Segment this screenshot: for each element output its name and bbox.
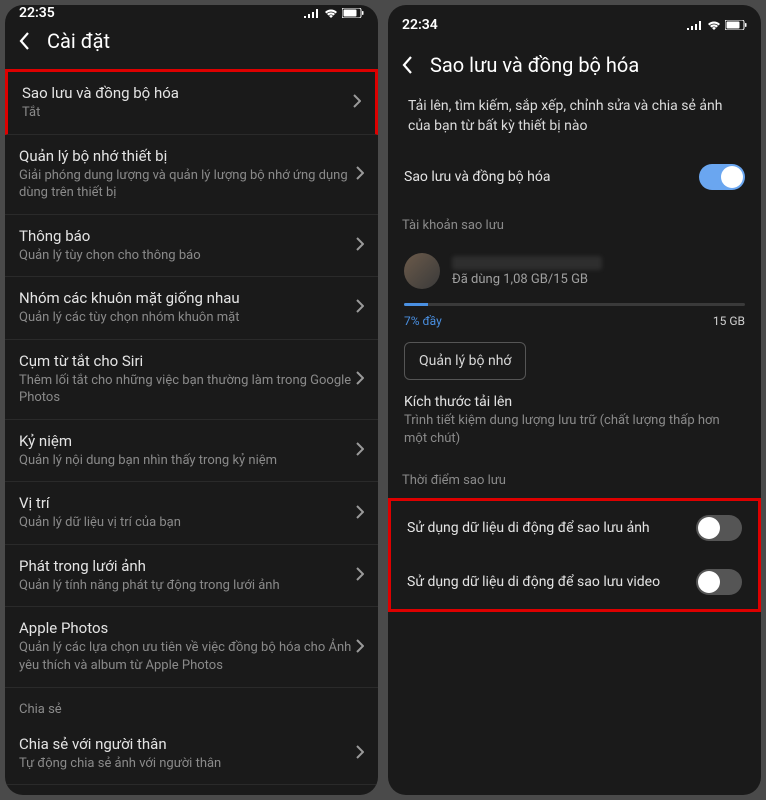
- section-when: Thời điểm sao lưu: [388, 459, 761, 498]
- status-time: 22:35: [19, 5, 55, 21]
- header-title: Cài đặt: [47, 29, 110, 53]
- account-row[interactable]: Đã dùng 1,08 GB/15 GB: [388, 243, 761, 299]
- toggle-label: Sử dụng dữ liệu di động để sao lưu video: [407, 574, 696, 590]
- row-share-with-family[interactable]: Chia sẻ với người thân Tự động chia sẻ ả…: [5, 723, 378, 786]
- row-sub: Quản lý nội dung bạn nhìn thấy trong kỷ …: [19, 452, 356, 470]
- settings-row[interactable]: Quản lý bộ nhớ thiết bị Giải phóng dung l…: [5, 135, 378, 215]
- chevron-right-icon: [356, 441, 364, 460]
- header: Sao lưu và đồng bộ hóa: [388, 45, 761, 93]
- row-hide-video: Ẩn video khỏi ảnh chuyển động Người khác…: [5, 785, 378, 795]
- row-title: Sao lưu và đồng bộ hóa: [22, 84, 353, 102]
- phone-left: 22:35 Cài đặt Sao lưu và đồng bộ hóa Tắt Q…: [5, 5, 378, 795]
- section-account: Tài khoản sao lưu: [388, 204, 761, 243]
- row-title: Quản lý bộ nhớ thiết bị: [19, 147, 356, 165]
- settings-row[interactable]: Cụm từ tắt cho Siri Thêm lối tắt cho nhữn…: [5, 340, 378, 420]
- row-title: Chia sẻ với người thân: [19, 735, 356, 753]
- row-sub: Tự động chia sẻ ảnh với người thân: [19, 755, 356, 773]
- row-title: Nhóm các khuôn mặt giống nhau: [19, 289, 356, 307]
- chevron-right-icon: [356, 298, 364, 317]
- row-title: Apple Photos: [19, 619, 356, 637]
- chevron-right-icon: [356, 236, 364, 255]
- progress-total: 15 GB: [713, 314, 745, 328]
- row-sub: Giải phóng dung lượng và quản lý lượng b…: [19, 167, 356, 202]
- storage-usage: Đã dùng 1,08 GB/15 GB: [452, 272, 602, 287]
- status-icons: [687, 20, 747, 30]
- avatar: [404, 253, 440, 289]
- row-sub: Quản lý các tùy chọn nhóm khuôn mặt: [19, 309, 356, 327]
- row-title: Kỷ niệm: [19, 432, 356, 450]
- header: Cài đặt: [5, 21, 378, 69]
- settings-row[interactable]: Sao lưu và đồng bộ hóa Tắt: [5, 69, 378, 135]
- chevron-right-icon: [356, 566, 364, 585]
- status-bar: 22:35: [5, 5, 378, 21]
- progress-percent: 7% đầy: [404, 314, 442, 328]
- settings-row[interactable]: Kỷ niệm Quản lý nội dung bạn nhìn thấy tr…: [5, 420, 378, 483]
- chevron-right-icon: [356, 744, 364, 763]
- storage-progress: [388, 299, 761, 308]
- status-icons: [304, 8, 364, 18]
- settings-row[interactable]: Vị trí Quản lý dữ liệu vị trí của bạn: [5, 482, 378, 545]
- status-bar: 22:34: [388, 5, 761, 45]
- row-sub: Tắt: [22, 104, 353, 122]
- chevron-right-icon: [356, 504, 364, 523]
- row-sub: Quản lý các lựa chọn ưu tiên về việc đồn…: [19, 639, 356, 674]
- row-sub: Quản lý tính năng phát tự động trong lướ…: [19, 577, 356, 595]
- back-button[interactable]: [19, 32, 47, 50]
- upload-size-title[interactable]: Kích thước tải lên: [388, 384, 761, 410]
- manage-storage-button[interactable]: Quản lý bộ nhớ: [404, 342, 526, 380]
- backup-description: Tải lên, tìm kiếm, sắp xếp, chỉnh sửa và…: [388, 93, 761, 150]
- row-title: Cụm từ tắt cho Siri: [19, 352, 356, 370]
- toggle-backup-sync[interactable]: [699, 164, 745, 190]
- toggle-cellular-videos[interactable]: [696, 569, 742, 595]
- settings-row[interactable]: Phát trong lưới ảnh Quản lý tính năng phá…: [5, 545, 378, 608]
- progress-labels: 7% đầy 15 GB: [388, 308, 761, 328]
- settings-row[interactable]: Apple Photos Quản lý các lựa chọn ưu tiên…: [5, 607, 378, 687]
- settings-row[interactable]: Nhóm các khuôn mặt giống nhau Quản lý các…: [5, 277, 378, 340]
- chevron-right-icon: [353, 93, 361, 112]
- row-cellular-photos: Sử dụng dữ liệu di động để sao lưu ảnh: [391, 501, 758, 555]
- status-time: 22:34: [402, 17, 438, 33]
- toggle-cellular-photos[interactable]: [696, 515, 742, 541]
- back-button[interactable]: [402, 56, 430, 74]
- row-sub: Thêm lối tắt cho những việc bạn thường l…: [19, 372, 356, 407]
- upload-size-sub: Trình tiết kiệm dung lượng lưu trữ (chất…: [388, 410, 761, 458]
- row-cellular-videos: Sử dụng dữ liệu di động để sao lưu video: [391, 555, 758, 609]
- header-title: Sao lưu và đồng bộ hóa: [430, 53, 639, 77]
- chevron-right-icon: [356, 370, 364, 389]
- settings-row[interactable]: Thông báo Quản lý tùy chọn cho thông báo: [5, 215, 378, 278]
- row-title: Thông báo: [19, 227, 356, 245]
- chevron-right-icon: [356, 165, 364, 184]
- account-name-blurred: [452, 256, 602, 270]
- row-backup-sync: Sao lưu và đồng bộ hóa: [388, 150, 761, 204]
- toggle-label: Sao lưu và đồng bộ hóa: [404, 169, 699, 185]
- chevron-right-icon: [356, 638, 364, 657]
- cellular-highlight: Sử dụng dữ liệu di động để sao lưu ảnh S…: [388, 498, 761, 612]
- phone-right: 22:34 Sao lưu và đồng bộ hóa Tải lên, tì…: [388, 5, 761, 795]
- row-sub: Quản lý tùy chọn cho thông báo: [19, 247, 356, 265]
- row-sub: Quản lý dữ liệu vị trí của bạn: [19, 514, 356, 532]
- row-title: Phát trong lưới ảnh: [19, 557, 356, 575]
- row-title: Vị trí: [19, 494, 356, 512]
- section-share: Chia sẻ: [5, 688, 378, 723]
- toggle-label: Sử dụng dữ liệu di động để sao lưu ảnh: [407, 520, 696, 536]
